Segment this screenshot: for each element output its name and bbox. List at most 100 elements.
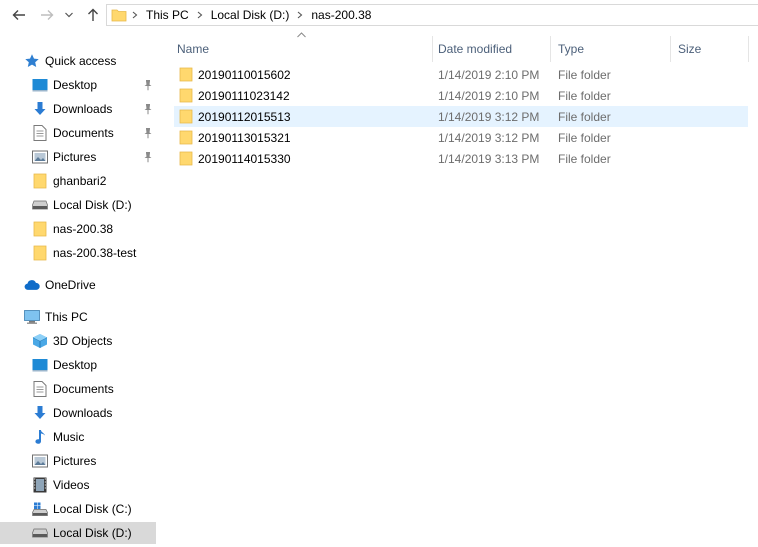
nav-qa-nas-200-38[interactable]: nas-200.38 xyxy=(0,218,156,240)
nav-qa-pictures[interactable]: Pictures xyxy=(0,146,156,168)
file-type: File folder xyxy=(558,68,611,82)
nav-pc-local-disk-c[interactable]: Local Disk (C:) xyxy=(0,498,156,520)
nav-pc-videos[interactable]: Videos xyxy=(0,474,156,496)
file-row-selected[interactable]: 20190112015513 1/14/2019 3:12 PM File fo… xyxy=(174,106,748,127)
nav-qa-documents[interactable]: Documents xyxy=(0,122,156,144)
nav-label: Quick access xyxy=(45,54,117,68)
downloads-icon xyxy=(32,405,48,421)
file-type: File folder xyxy=(558,89,611,103)
nav-label: Videos xyxy=(53,478,90,492)
nav-quick-access[interactable]: Quick access xyxy=(0,50,156,72)
pin-icon[interactable] xyxy=(142,79,154,91)
nav-label: Local Disk (D:) xyxy=(53,526,132,540)
nav-label: Desktop xyxy=(53,358,98,372)
file-date-modified: 1/14/2019 3:13 PM xyxy=(438,152,540,166)
address-toolbar: This PC Local Disk (D:) nas-200.38 xyxy=(0,0,758,30)
folder-icon xyxy=(179,109,193,124)
pin-icon[interactable] xyxy=(142,151,154,163)
downloads-icon xyxy=(32,101,48,117)
nav-label: Downloads xyxy=(53,102,113,116)
address-bar[interactable]: This PC Local Disk (D:) nas-200.38 xyxy=(106,4,758,26)
up-arrow-icon xyxy=(88,8,98,21)
nav-label: Pictures xyxy=(53,454,97,468)
nav-pc-local-disk-d[interactable]: Local Disk (D:) xyxy=(0,522,156,544)
column-divider[interactable] xyxy=(550,36,551,62)
column-divider[interactable] xyxy=(670,36,671,62)
folder-icon xyxy=(111,9,127,22)
file-date-modified: 1/14/2019 3:12 PM xyxy=(438,131,540,145)
file-name: 20190111023142 xyxy=(198,89,290,103)
column-header-label: Size xyxy=(678,42,702,56)
file-date-modified: 1/14/2019 2:10 PM xyxy=(438,89,540,103)
nav-onedrive[interactable]: OneDrive xyxy=(0,274,156,296)
recent-locations-button[interactable] xyxy=(62,4,76,26)
nav-pc-downloads[interactable]: Downloads xyxy=(0,402,156,424)
column-header-name[interactable]: Name xyxy=(177,36,432,62)
nav-label: nas-200.38 xyxy=(53,222,114,236)
nav-label: ghanbari2 xyxy=(53,174,107,188)
breadcrumb-this-pc[interactable]: This PC xyxy=(143,8,192,22)
nav-pc-desktop[interactable]: Desktop xyxy=(0,354,156,376)
file-row[interactable]: 20190113015321 1/14/2019 3:12 PM File fo… xyxy=(174,127,748,148)
documents-icon xyxy=(32,125,48,141)
up-button[interactable] xyxy=(84,4,102,26)
breadcrumb-chevron-icon[interactable] xyxy=(192,11,208,19)
nav-this-pc[interactable]: This PC xyxy=(0,306,156,328)
drive-icon xyxy=(32,197,48,213)
pin-icon[interactable] xyxy=(142,103,154,115)
nav-qa-nas-200-38-test[interactable]: nas-200.38-test xyxy=(0,242,156,264)
computer-icon xyxy=(24,309,40,325)
nav-pc-3d-objects[interactable]: 3D Objects xyxy=(0,330,156,352)
nav-qa-ghanbari2[interactable]: ghanbari2 xyxy=(0,170,156,192)
nav-label: Local Disk (D:) xyxy=(53,198,132,212)
nav-qa-downloads[interactable]: Downloads xyxy=(0,98,156,120)
pin-icon[interactable] xyxy=(142,127,154,139)
file-name: 20190110015602 xyxy=(198,68,291,82)
drive-icon xyxy=(32,525,48,541)
file-row[interactable]: 20190111023142 1/14/2019 2:10 PM File fo… xyxy=(174,85,748,106)
column-header-size[interactable]: Size xyxy=(678,36,748,62)
column-divider[interactable] xyxy=(432,36,433,62)
breadcrumb-local-disk-d[interactable]: Local Disk (D:) xyxy=(208,8,293,22)
column-header-type[interactable]: Type xyxy=(558,36,670,62)
forward-button[interactable] xyxy=(36,4,58,26)
nav-label: Local Disk (C:) xyxy=(53,502,132,516)
desktop-icon xyxy=(32,357,48,373)
breadcrumb-chevron-icon[interactable] xyxy=(292,11,308,19)
nav-label: This PC xyxy=(45,310,88,324)
file-date-modified: 1/14/2019 3:12 PM xyxy=(438,110,540,124)
nav-label: OneDrive xyxy=(45,278,96,292)
chevron-down-icon xyxy=(65,12,73,18)
documents-icon xyxy=(32,381,48,397)
nav-pc-documents[interactable]: Documents xyxy=(0,378,156,400)
column-header-date-modified[interactable]: Date modified xyxy=(438,36,550,62)
desktop-icon xyxy=(32,77,48,93)
nav-label: 3D Objects xyxy=(53,334,113,348)
breadcrumb-nas-200-38[interactable]: nas-200.38 xyxy=(308,8,374,22)
nav-qa-desktop[interactable]: Desktop xyxy=(0,74,156,96)
nav-pc-music[interactable]: Music xyxy=(0,426,156,448)
file-name: 20190113015321 xyxy=(198,131,291,145)
folder-icon xyxy=(32,173,48,189)
nav-pc-pictures[interactable]: Pictures xyxy=(0,450,156,472)
column-header-label: Type xyxy=(558,42,585,56)
back-button[interactable] xyxy=(8,4,30,26)
os-drive-icon xyxy=(32,501,48,517)
videos-icon xyxy=(32,477,48,493)
folder-icon xyxy=(179,67,193,82)
nav-qa-local-disk-d[interactable]: Local Disk (D:) xyxy=(0,194,156,216)
file-row[interactable]: 20190114015330 1/14/2019 3:13 PM File fo… xyxy=(174,148,748,169)
column-divider[interactable] xyxy=(748,36,749,62)
file-name: 20190114015330 xyxy=(198,152,291,166)
file-row[interactable]: 20190110015602 1/14/2019 2:10 PM File fo… xyxy=(174,64,748,85)
star-icon xyxy=(24,53,40,69)
folder-icon xyxy=(32,245,48,261)
pictures-icon xyxy=(32,453,48,469)
breadcrumb-chevron-icon[interactable] xyxy=(127,11,143,19)
folder-icon xyxy=(179,88,193,103)
nav-label: Music xyxy=(53,430,85,444)
folder-icon xyxy=(179,151,193,166)
folder-icon xyxy=(179,130,193,145)
nav-label: nas-200.38-test xyxy=(53,246,137,260)
nav-label: Pictures xyxy=(53,150,97,164)
